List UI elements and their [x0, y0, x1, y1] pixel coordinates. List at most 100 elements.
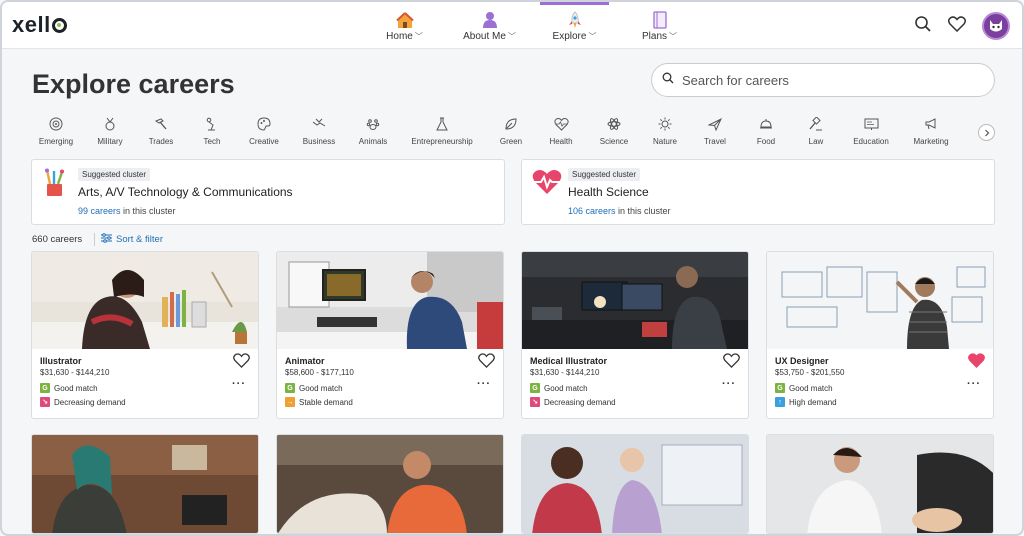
category-education[interactable]: Education — [850, 115, 892, 146]
sun-icon — [648, 115, 682, 133]
career-title: UX Designer — [775, 356, 829, 366]
demand-indicator: ↘ Decreasing demand — [530, 397, 616, 407]
suggested-cluster-card[interactable]: Suggested cluster Health Science 106 car… — [521, 159, 995, 225]
chalkboard-icon — [850, 115, 892, 133]
career-card[interactable]: Medical Illustrator $31,630 - $144,210 ·… — [521, 251, 749, 419]
avatar[interactable] — [982, 12, 1010, 40]
handshake-icon — [297, 115, 341, 133]
xello-logo[interactable]: xell — [12, 12, 67, 38]
heart-icon[interactable] — [233, 353, 250, 373]
search-input[interactable] — [682, 72, 962, 88]
career-photo — [522, 435, 748, 533]
cluster-count: 106 careers in this cluster — [568, 206, 671, 216]
app-window: xell Home ﹀ About Me ﹀ Explore ﹀ Plans ﹀… — [0, 0, 1024, 536]
career-card[interactable] — [276, 434, 504, 534]
cluster-careers-link[interactable]: 99 careers — [78, 206, 121, 216]
match-indicator: G Good match — [40, 383, 98, 393]
category-green[interactable]: Green — [496, 115, 526, 146]
career-photo — [522, 252, 748, 349]
career-card[interactable] — [766, 434, 994, 534]
more-options-icon[interactable]: ··· — [232, 378, 246, 390]
more-options-icon[interactable]: ··· — [967, 378, 981, 390]
category-health[interactable]: Health — [545, 115, 577, 146]
heart-icon[interactable] — [723, 353, 740, 373]
suggested-cluster-badge: Suggested cluster — [78, 168, 151, 181]
career-photo — [277, 435, 503, 533]
heartbeat-icon — [545, 115, 577, 133]
career-title: Medical Illustrator — [530, 356, 608, 366]
cluster-name: Arts, A/V Technology & Communications — [78, 185, 293, 199]
category-science[interactable]: Science — [596, 115, 632, 146]
nav-about-me-label: About Me — [463, 31, 506, 42]
leaf-icon — [496, 115, 526, 133]
more-options-icon[interactable]: ··· — [722, 378, 736, 390]
nav-plans-label: Plans — [641, 31, 667, 42]
chevron-right-icon — [983, 124, 991, 142]
search-icon[interactable] — [914, 15, 932, 38]
robot-arm-icon — [196, 115, 228, 133]
target-icon — [30, 115, 82, 133]
category-tech[interactable]: Tech — [196, 115, 228, 146]
cluster-count: 99 careers in this cluster — [78, 206, 176, 216]
category-marketing[interactable]: Marketing — [910, 115, 952, 146]
sort-filter-label: Sort & filter — [116, 234, 163, 245]
cluster-careers-link[interactable]: 106 careers — [568, 206, 616, 216]
career-photo — [32, 435, 258, 533]
paw-icon — [356, 115, 390, 133]
heart-filled-icon[interactable] — [968, 353, 985, 373]
search-icon — [662, 71, 674, 89]
career-title: Illustrator — [40, 356, 82, 366]
arrow-right-icon: → — [285, 397, 295, 407]
cluster-name: Health Science — [568, 185, 649, 199]
results-count: 660 careers — [32, 234, 83, 245]
sliders-icon — [101, 233, 112, 246]
career-card[interactable]: UX Designer $53,750 - $201,550 ··· G Good… — [766, 251, 994, 419]
category-military[interactable]: Military — [91, 115, 129, 146]
category-animals[interactable]: Animals — [356, 115, 390, 146]
nav-home-label: Home — [386, 31, 413, 42]
career-salary: $53,750 - $201,550 — [775, 368, 845, 377]
paintbrushes-icon — [42, 168, 68, 203]
gavel-icon — [804, 115, 828, 133]
demand-indicator: ↘ Decreasing demand — [40, 397, 126, 407]
nav-home[interactable]: Home ﹀ — [362, 2, 447, 49]
career-card[interactable]: Animator $58,600 - $177,110 ··· G Good ma… — [276, 251, 504, 419]
category-food[interactable]: Food — [751, 115, 781, 146]
sort-filter-button[interactable]: Sort & filter — [94, 233, 163, 246]
career-salary: $31,630 - $144,210 — [40, 368, 110, 377]
nav-about-me[interactable]: About Me ﹀ — [447, 2, 532, 49]
match-indicator: G Good match — [285, 383, 343, 393]
category-entrepreneurship[interactable]: Entrepreneurship — [408, 115, 476, 146]
suggested-cluster-card[interactable]: Suggested cluster Arts, A/V Technology &… — [31, 159, 505, 225]
nav-explore[interactable]: Explore ﹀ — [532, 2, 617, 49]
career-card[interactable] — [521, 434, 749, 534]
cloche-icon — [751, 115, 781, 133]
favorites-heart-icon[interactable] — [947, 15, 967, 37]
category-nature[interactable]: Nature — [648, 115, 682, 146]
category-emerging[interactable]: Emerging — [30, 115, 82, 146]
search-bar[interactable] — [651, 63, 995, 97]
more-options-icon[interactable]: ··· — [477, 378, 491, 390]
categories-next-button[interactable] — [978, 124, 995, 141]
category-business[interactable]: Business — [297, 115, 341, 146]
demand-indicator: → Stable demand — [285, 397, 353, 407]
medal-icon — [91, 115, 129, 133]
arrow-up-icon: ↑ — [775, 397, 785, 407]
hammer-icon — [143, 115, 179, 133]
match-indicator: G Good match — [530, 383, 588, 393]
heart-icon[interactable] — [478, 353, 495, 373]
category-trades[interactable]: Trades — [143, 115, 179, 146]
category-travel[interactable]: Travel — [700, 115, 730, 146]
main-nav: Home ﹀ About Me ﹀ Explore ﹀ Plans ﹀ — [362, 2, 702, 49]
career-photo — [767, 252, 993, 349]
category-creative[interactable]: Creative — [243, 115, 285, 146]
career-card[interactable] — [31, 434, 259, 534]
career-photo — [767, 435, 993, 533]
top-navigation-bar: xell Home ﹀ About Me ﹀ Explore ﹀ Plans ﹀ — [2, 2, 1022, 49]
top-right-actions — [914, 12, 1010, 40]
chevron-down-icon: ﹀ — [414, 32, 423, 41]
arrow-down-right-icon: ↘ — [40, 397, 50, 407]
category-law[interactable]: Law — [804, 115, 828, 146]
nav-plans[interactable]: Plans ﹀ — [617, 2, 702, 49]
career-card[interactable]: Illustrator $31,630 - $144,210 ··· G Good… — [31, 251, 259, 419]
